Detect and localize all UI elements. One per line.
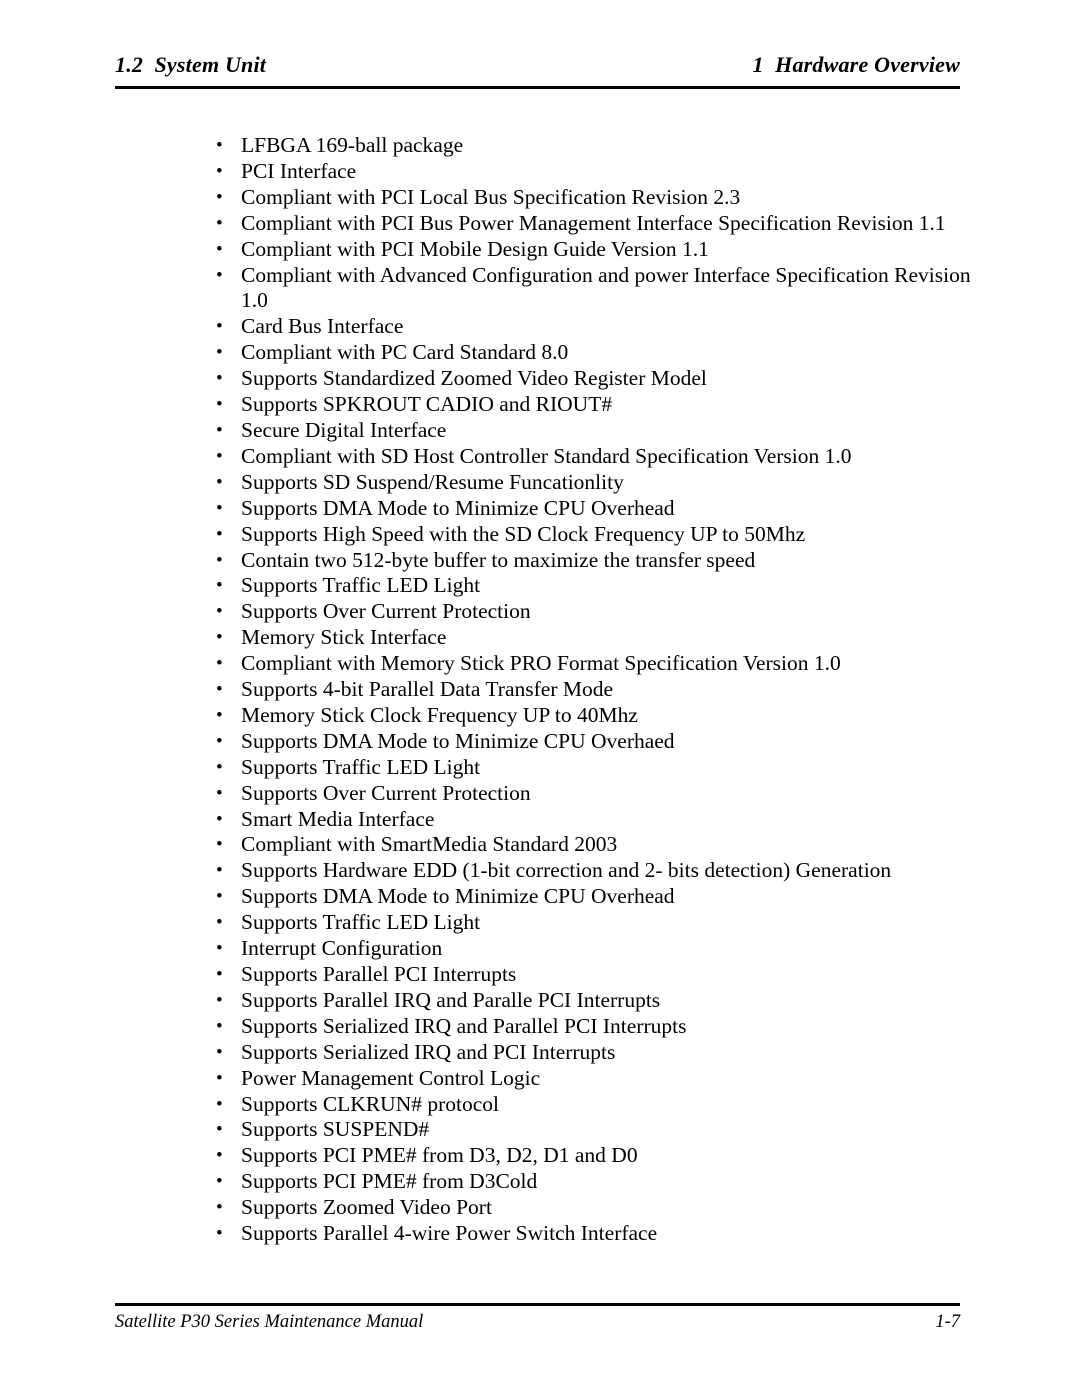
document-page: 1.2 System Unit 1 Hardware Overview LFBG… (0, 0, 1080, 1397)
list-item-text: Contain two 512-byte buffer to maximize … (241, 547, 756, 572)
list-item-text: Compliant with SmartMedia Standard 2003 (241, 832, 618, 857)
list-item-text: Supports Zoomed Video Port (241, 1195, 492, 1220)
specification-bullet-list: LFBGA 169-ball packagePCI InterfaceCompl… (215, 133, 975, 1247)
list-item: Compliant with SD Host Controller Standa… (215, 444, 975, 470)
list-item-text: Supports PCI PME# from D3Cold (241, 1169, 538, 1194)
list-item-text: Memory Stick Clock Frequency UP to 40Mhz (241, 702, 638, 727)
list-item-text: Card Bus Interface (241, 314, 404, 339)
list-item-text: Supports Traffic LED Light (241, 754, 481, 779)
list-item-text: Supports 4-bit Parallel Data Transfer Mo… (241, 677, 614, 702)
list-item: Supports PCI PME# from D3Cold (215, 1169, 975, 1195)
list-item-text: Supports Serialized IRQ and Parallel PCI… (241, 1013, 687, 1038)
list-item: Compliant with PCI Mobile Design Guide V… (215, 237, 975, 263)
list-item-text: Compliant with PCI Mobile Design Guide V… (241, 236, 709, 261)
list-item-text: Compliant with SD Host Controller Standa… (241, 443, 852, 468)
list-item: Compliant with SmartMedia Standard 2003 (215, 832, 975, 858)
list-item-text: Smart Media Interface (241, 806, 435, 831)
list-item: Supports SUSPEND# (215, 1117, 975, 1143)
list-item-text: Supports Over Current Protection (241, 599, 531, 624)
list-item: Compliant with PCI Bus Power Management … (215, 211, 975, 237)
list-item: Supports PCI PME# from D3, D2, D1 and D0 (215, 1143, 975, 1169)
list-item: Compliant with Advanced Configuration an… (215, 263, 975, 315)
list-item-text: Secure Digital Interface (241, 417, 447, 442)
list-item: Supports SD Suspend/Resume Funcationlity (215, 470, 975, 496)
list-item: Supports DMA Mode to Minimize CPU Overhe… (215, 496, 975, 522)
list-item-text: PCI Interface (241, 158, 357, 183)
list-item: Supports Zoomed Video Port (215, 1195, 975, 1221)
header-section-title: 1.2 System Unit (115, 52, 267, 77)
list-item-text: Compliant with PC Card Standard 8.0 (241, 340, 569, 365)
list-item-text: Supports SPKROUT CADIO and RIOUT# (241, 392, 613, 417)
list-item-text: Supports Parallel IRQ and Paralle PCI In… (241, 987, 661, 1012)
list-item: Compliant with Memory Stick PRO Format S… (215, 651, 975, 677)
list-item-text: Supports Traffic LED Light (241, 910, 481, 935)
list-item: Supports Hardware EDD (1-bit correction … (215, 858, 975, 884)
list-item: Supports Serialized IRQ and Parallel PCI… (215, 1014, 975, 1040)
list-item-text: Supports High Speed with the SD Clock Fr… (241, 521, 806, 546)
list-item-text: Supports DMA Mode to Minimize CPU Overhe… (241, 495, 675, 520)
footer-manual-title: Satellite P30 Series Maintenance Manual (115, 1312, 424, 1332)
list-item-text: Supports Over Current Protection (241, 780, 531, 805)
list-item-text: Supports Serialized IRQ and PCI Interrup… (241, 1039, 616, 1064)
list-item-text: Compliant with Memory Stick PRO Format S… (241, 651, 841, 676)
list-item: Supports CLKRUN# protocol (215, 1092, 975, 1118)
header-chapter-title: 1 Hardware Overview (752, 52, 960, 77)
list-item: Supports Traffic LED Light (215, 755, 975, 781)
list-item-text: Supports DMA Mode to Minimize CPU Overha… (241, 728, 675, 753)
list-item: Contain two 512-byte buffer to maximize … (215, 548, 975, 574)
list-item-text: Supports SUSPEND# (241, 1117, 430, 1142)
list-item: Supports High Speed with the SD Clock Fr… (215, 522, 975, 548)
list-item: Compliant with PC Card Standard 8.0 (215, 340, 975, 366)
list-item-text: Compliant with PCI Bus Power Management … (241, 210, 946, 235)
list-item: Supports Parallel PCI Interrupts (215, 962, 975, 988)
list-item: Supports DMA Mode to Minimize CPU Overha… (215, 729, 975, 755)
list-item-text: Compliant with PCI Local Bus Specificati… (241, 184, 741, 209)
list-item: Supports Standardized Zoomed Video Regis… (215, 366, 975, 392)
list-item: Supports Parallel 4-wire Power Switch In… (215, 1221, 975, 1247)
list-item-text: Supports Parallel 4-wire Power Switch In… (241, 1221, 658, 1246)
page-footer: Satellite P30 Series Maintenance Manual … (115, 1312, 960, 1333)
list-item-text: Supports CLKRUN# protocol (241, 1091, 499, 1116)
list-item-text: Supports Hardware EDD (1-bit correction … (241, 858, 892, 883)
list-item-text: Supports SD Suspend/Resume Funcationlity (241, 469, 624, 494)
list-item: Supports Over Current Protection (215, 781, 975, 807)
list-item: Supports Serialized IRQ and PCI Interrup… (215, 1040, 975, 1066)
list-item: Memory Stick Interface (215, 625, 975, 651)
list-item-text: Supports DMA Mode to Minimize CPU Overhe… (241, 884, 675, 909)
list-item-text: Interrupt Configuration (241, 936, 443, 961)
list-item: Card Bus Interface (215, 314, 975, 340)
list-item: Power Management Control Logic (215, 1066, 975, 1092)
list-item: PCI Interface (215, 159, 975, 185)
list-item-text: LFBGA 169-ball package (241, 133, 464, 157)
list-item: Supports Over Current Protection (215, 599, 975, 625)
list-item: Secure Digital Interface (215, 418, 975, 444)
list-item: Supports 4-bit Parallel Data Transfer Mo… (215, 677, 975, 703)
list-item-text: Power Management Control Logic (241, 1065, 541, 1090)
page-body: LFBGA 169-ball packagePCI InterfaceCompl… (215, 133, 975, 1247)
list-item-text: Supports Standardized Zoomed Video Regis… (241, 366, 707, 391)
list-item: Supports Parallel IRQ and Paralle PCI In… (215, 988, 975, 1014)
list-item-text: Supports Parallel PCI Interrupts (241, 962, 517, 986)
list-item: Memory Stick Clock Frequency UP to 40Mhz (215, 703, 975, 729)
list-item-text: Compliant with Advanced Configuration an… (241, 262, 971, 313)
list-item: Supports DMA Mode to Minimize CPU Overhe… (215, 884, 975, 910)
page-header: 1.2 System Unit 1 Hardware Overview (115, 52, 960, 78)
list-item: LFBGA 169-ball package (215, 133, 975, 159)
list-item-text: Memory Stick Interface (241, 625, 447, 650)
list-item: Compliant with PCI Local Bus Specificati… (215, 185, 975, 211)
list-item: Supports SPKROUT CADIO and RIOUT# (215, 392, 975, 418)
footer-page-number: 1-7 (935, 1312, 960, 1332)
header-divider-rule (115, 86, 960, 89)
list-item: Supports Traffic LED Light (215, 573, 975, 599)
list-item: Smart Media Interface (215, 807, 975, 833)
footer-divider-rule (115, 1303, 960, 1306)
list-item: Interrupt Configuration (215, 936, 975, 962)
list-item-text: Supports Traffic LED Light (241, 573, 481, 598)
list-item: Supports Traffic LED Light (215, 910, 975, 936)
list-item-text: Supports PCI PME# from D3, D2, D1 and D0 (241, 1143, 638, 1168)
